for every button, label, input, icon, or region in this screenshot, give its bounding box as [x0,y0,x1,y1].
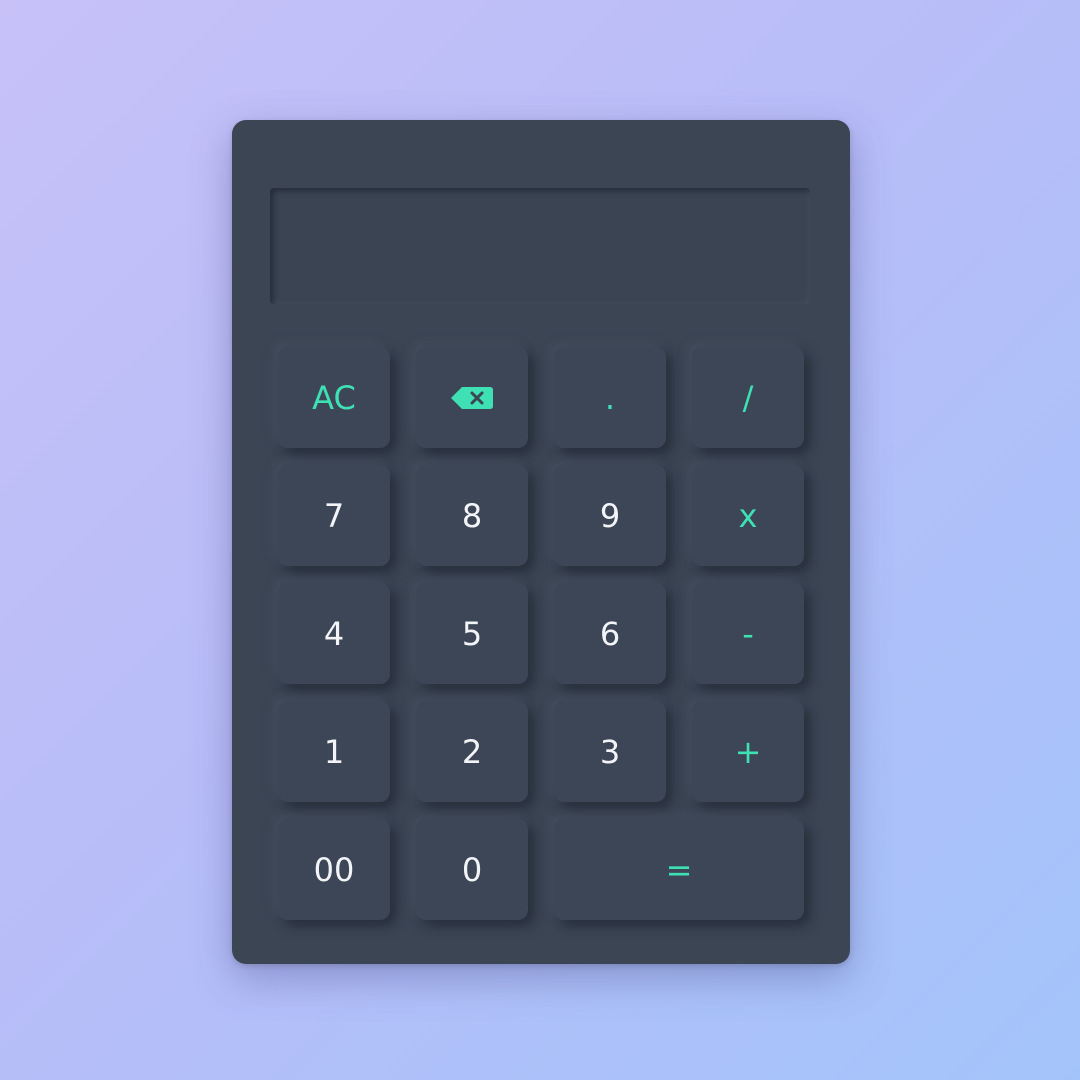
eight-button[interactable]: 8 [416,465,528,566]
one-button[interactable]: 1 [278,701,390,802]
keypad: AC . / 7 8 9 x 4 5 6 - 1 2 3 + 00 0 = [278,347,804,920]
six-button[interactable]: 6 [554,583,666,684]
divide-button[interactable]: / [692,347,804,448]
five-button[interactable]: 5 [416,583,528,684]
multiply-button[interactable]: x [692,465,804,566]
clear-button[interactable]: AC [278,347,390,448]
equals-button[interactable]: = [554,819,804,920]
zero-button[interactable]: 0 [416,819,528,920]
calculator-display [270,188,810,304]
calculator: AC . / 7 8 9 x 4 5 6 - 1 2 3 + 00 0 = [232,120,850,964]
backspace-button[interactable] [416,347,528,448]
decimal-button[interactable]: . [554,347,666,448]
seven-button[interactable]: 7 [278,465,390,566]
add-button[interactable]: + [692,701,804,802]
subtract-button[interactable]: - [692,583,804,684]
three-button[interactable]: 3 [554,701,666,802]
four-button[interactable]: 4 [278,583,390,684]
nine-button[interactable]: 9 [554,465,666,566]
backspace-icon [450,386,494,410]
two-button[interactable]: 2 [416,701,528,802]
double-zero-button[interactable]: 00 [278,819,390,920]
